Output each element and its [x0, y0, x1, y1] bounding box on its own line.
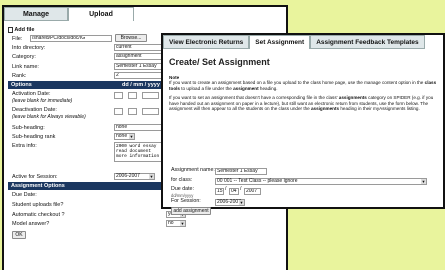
activation-yyyy-input[interactable]	[142, 92, 159, 99]
tab-assignment-feedback-templates[interactable]: Assignment Feedback Templates	[310, 35, 425, 49]
rank-label: Rank:	[12, 73, 27, 79]
extra-info-label: Extra info:	[12, 143, 37, 149]
deactivation-yyyy-input[interactable]	[142, 108, 159, 115]
category-label: Category:	[12, 54, 36, 60]
tab-upload[interactable]: Upload	[68, 7, 134, 21]
date-format-label: dd / mm / yyyy	[122, 82, 160, 88]
file-label: File:	[12, 36, 23, 42]
deactivation-dd-input[interactable]	[114, 108, 123, 115]
extra-info-textarea[interactable]: 2000 word essay read document more infor…	[114, 142, 166, 162]
chevron-down-icon: ▼	[421, 179, 426, 184]
front-tab-bar: View Electronic Returns Set Assignment A…	[163, 35, 443, 49]
set-assignment-window: View Electronic Returns Set Assignment A…	[161, 33, 445, 215]
file-path-input[interactable]: /shared/PC/docs/doc/IG	[30, 35, 112, 42]
chevron-down-icon: ▼	[129, 134, 134, 139]
for-session-value: 2006-2007	[217, 199, 241, 205]
options-header-label: Options	[11, 82, 32, 88]
active-session-label: Active for Session:	[12, 174, 58, 180]
for-session-select[interactable]: 2006-2007 ▼	[215, 199, 245, 206]
deactivation-date-hint: (leave blank for Always viewable)	[12, 114, 86, 120]
due-date-label: Due Date:	[12, 192, 37, 198]
model-answer-label: Model answer?	[12, 221, 50, 227]
for-class-select[interactable]: 00 001 -- Test Class -- please ignore ▼	[215, 178, 427, 185]
browse-button[interactable]: Browse...	[115, 34, 147, 42]
subheading-rank-label: Sub-heading rank	[12, 134, 56, 140]
category-input[interactable]: assignment	[114, 53, 163, 60]
activation-dd-input[interactable]	[114, 92, 123, 99]
link-name-label: Link name:	[12, 64, 39, 70]
active-session-select[interactable]: 2006-2007 ▼	[114, 173, 155, 180]
back-tab-bar: Manage Upload	[4, 7, 134, 21]
auto-checkout-label: Automatic checkout ?	[12, 212, 65, 218]
set-assignment-form: Create/ Set Assignment Note If you want …	[169, 57, 437, 215]
ok-button[interactable]: OK	[12, 231, 26, 239]
add-assignment-button[interactable]: add assignment	[171, 207, 211, 215]
rank-input[interactable]: 2	[114, 72, 163, 79]
note-paragraph-1: If you want to create an assignment base…	[169, 80, 437, 91]
add-file-label: Add file	[14, 27, 35, 33]
activation-date-hint: (leave blank for immediate)	[12, 98, 73, 104]
for-session-label: For Session:	[171, 198, 201, 204]
for-class-value: 00 001 -- Test Class -- please ignore	[217, 178, 298, 184]
active-session-value: 2006-2007	[116, 173, 140, 179]
tab-view-electronic-returns[interactable]: View Electronic Returns	[163, 35, 250, 49]
tab-set-assignment[interactable]: Set Assignment	[249, 35, 311, 49]
due-yyyy-input[interactable]: 2007	[244, 188, 261, 195]
tab-manage[interactable]: Manage	[4, 7, 68, 21]
note-paragraph-2: If you want to set an assignment that do…	[169, 95, 434, 112]
model-answer-select[interactable]: no ▼	[166, 220, 186, 227]
subheading-value: none	[116, 124, 128, 130]
into-directory-label: Into directory:	[12, 45, 46, 51]
subheading-select[interactable]: none	[114, 124, 163, 131]
due-mm-input[interactable]: 04	[229, 188, 239, 195]
page-title: Create/ Set Assignment	[169, 57, 270, 67]
assignment-name-input[interactable]: Semester 1 Essay	[215, 168, 267, 175]
add-file-heading: Add file	[8, 26, 35, 34]
chevron-down-icon: ▼	[239, 200, 244, 205]
chevron-down-icon: ▼	[149, 174, 154, 179]
for-class-label: for class:	[171, 177, 193, 183]
link-name-input[interactable]: Semester 1 Essay	[114, 63, 163, 70]
activation-mm-input[interactable]	[128, 92, 137, 99]
assignment-name-label: Assignment name:	[171, 167, 215, 173]
file-icon	[8, 26, 13, 33]
student-uploads-label: Student uploads file?	[12, 202, 64, 208]
into-directory-input[interactable]: current	[114, 44, 163, 51]
subheading-label: Sub-heading:	[12, 125, 45, 131]
deactivation-mm-input[interactable]	[128, 108, 137, 115]
subheading-rank-select[interactable]: none ▼	[114, 133, 135, 140]
model-answer-value: no	[168, 220, 174, 226]
due-dd-input[interactable]: 15	[215, 188, 224, 195]
chevron-down-icon: ▼	[180, 221, 185, 226]
subheading-rank-value: none	[116, 133, 128, 139]
